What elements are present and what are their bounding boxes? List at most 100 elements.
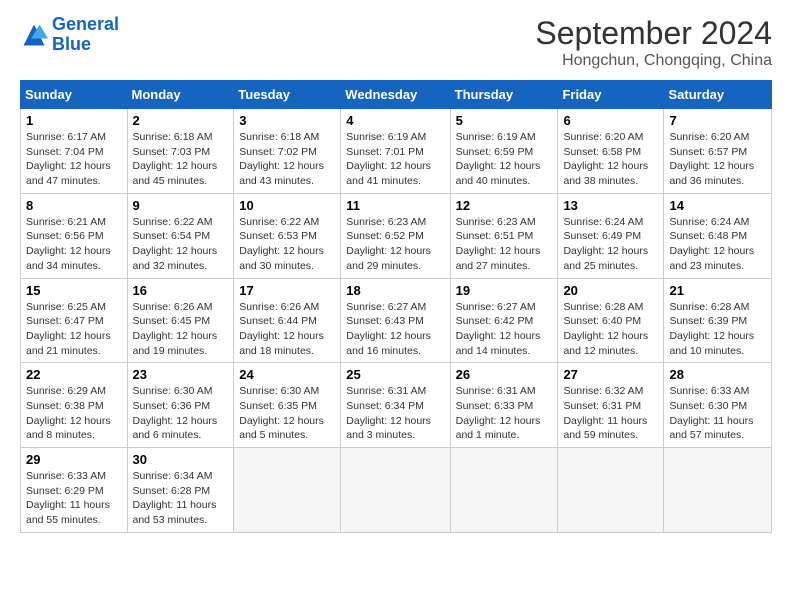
- calendar-cell: 3 Sunrise: 6:18 AM Sunset: 7:02 PM Daylig…: [234, 109, 341, 194]
- day-number: 21: [669, 283, 766, 298]
- day-details: Sunrise: 6:34 AM Sunset: 6:28 PM Dayligh…: [133, 469, 229, 528]
- day-details: Sunrise: 6:32 AM Sunset: 6:31 PM Dayligh…: [563, 384, 658, 443]
- day-details: Sunrise: 6:33 AM Sunset: 6:29 PM Dayligh…: [26, 469, 122, 528]
- calendar-cell: 15Sunrise: 6:25 AM Sunset: 6:47 PM Dayli…: [21, 278, 128, 363]
- day-number: 5: [456, 113, 553, 128]
- day-number: 22: [26, 367, 122, 382]
- calendar-cell: 25 Sunrise: 6:31 AM Sunset: 6:34 PM Dayli…: [341, 363, 450, 448]
- day-details: Sunrise: 6:27 AM Sunset: 6:43 PM Dayligh…: [346, 300, 444, 359]
- header: General Blue September 2024 Hongchun, Ch…: [20, 15, 772, 70]
- calendar-cell: 12Sunrise: 6:23 AM Sunset: 6:51 PM Dayli…: [450, 193, 558, 278]
- calendar-cell: 7 Sunrise: 6:20 AM Sunset: 6:57 PM Daylig…: [664, 109, 772, 194]
- day-header-wednesday: Wednesday: [341, 81, 450, 109]
- page: General Blue September 2024 Hongchun, Ch…: [0, 0, 792, 612]
- calendar-cell: 5 Sunrise: 6:19 AM Sunset: 6:59 PM Daylig…: [450, 109, 558, 194]
- day-number: 2: [133, 113, 229, 128]
- calendar-cell: [558, 448, 664, 533]
- day-details: Sunrise: 6:20 AM Sunset: 6:57 PM Dayligh…: [669, 130, 766, 189]
- calendar-cell: 19 Sunrise: 6:27 AM Sunset: 6:42 PM Dayli…: [450, 278, 558, 363]
- calendar: SundayMondayTuesdayWednesdayThursdayFrid…: [20, 80, 772, 533]
- calendar-cell: 22 Sunrise: 6:29 AM Sunset: 6:38 PM Dayli…: [21, 363, 128, 448]
- calendar-cell: 6 Sunrise: 6:20 AM Sunset: 6:58 PM Daylig…: [558, 109, 664, 194]
- title-section: September 2024 Hongchun, Chongqing, Chin…: [535, 15, 772, 70]
- day-number: 15: [26, 283, 122, 298]
- day-number: 18: [346, 283, 444, 298]
- day-details: Sunrise: 6:18 AM Sunset: 7:02 PM Dayligh…: [239, 130, 335, 189]
- day-number: 6: [563, 113, 658, 128]
- day-details: Sunrise: 6:21 AM Sunset: 6:56 PM Dayligh…: [26, 215, 122, 274]
- day-details: Sunrise: 6:26 AM Sunset: 6:44 PM Dayligh…: [239, 300, 335, 359]
- calendar-cell: 10 Sunrise: 6:22 AM Sunset: 6:53 PM Dayli…: [234, 193, 341, 278]
- day-number: 30: [133, 452, 229, 467]
- calendar-cell: 2 Sunrise: 6:18 AM Sunset: 7:03 PM Daylig…: [127, 109, 234, 194]
- day-details: Sunrise: 6:17 AM Sunset: 7:04 PM Dayligh…: [26, 130, 122, 189]
- day-details: Sunrise: 6:27 AM Sunset: 6:42 PM Dayligh…: [456, 300, 553, 359]
- day-header-thursday: Thursday: [450, 81, 558, 109]
- calendar-cell: 13 Sunrise: 6:24 AM Sunset: 6:49 PM Dayli…: [558, 193, 664, 278]
- calendar-cell: 9Sunrise: 6:22 AM Sunset: 6:54 PM Daylig…: [127, 193, 234, 278]
- logo: General Blue: [20, 15, 119, 55]
- calendar-cell: 30 Sunrise: 6:34 AM Sunset: 6:28 PM Dayli…: [127, 448, 234, 533]
- logo-icon: [20, 21, 48, 49]
- logo-text: General Blue: [52, 15, 119, 55]
- day-header-sunday: Sunday: [21, 81, 128, 109]
- day-details: Sunrise: 6:31 AM Sunset: 6:33 PM Dayligh…: [456, 384, 553, 443]
- day-number: 10: [239, 198, 335, 213]
- calendar-cell: 1 Sunrise: 6:17 AM Sunset: 7:04 PM Daylig…: [21, 109, 128, 194]
- day-details: Sunrise: 6:18 AM Sunset: 7:03 PM Dayligh…: [133, 130, 229, 189]
- day-number: 7: [669, 113, 766, 128]
- calendar-cell: 26 Sunrise: 6:31 AM Sunset: 6:33 PM Dayli…: [450, 363, 558, 448]
- day-details: Sunrise: 6:22 AM Sunset: 6:54 PM Dayligh…: [133, 215, 229, 274]
- day-details: Sunrise: 6:22 AM Sunset: 6:53 PM Dayligh…: [239, 215, 335, 274]
- day-details: Sunrise: 6:29 AM Sunset: 6:38 PM Dayligh…: [26, 384, 122, 443]
- day-number: 29: [26, 452, 122, 467]
- day-details: Sunrise: 6:31 AM Sunset: 6:34 PM Dayligh…: [346, 384, 444, 443]
- calendar-cell: 28 Sunrise: 6:33 AM Sunset: 6:30 PM Dayli…: [664, 363, 772, 448]
- day-details: Sunrise: 6:33 AM Sunset: 6:30 PM Dayligh…: [669, 384, 766, 443]
- calendar-cell: 16Sunrise: 6:26 AM Sunset: 6:45 PM Dayli…: [127, 278, 234, 363]
- day-number: 1: [26, 113, 122, 128]
- calendar-cell: 4 Sunrise: 6:19 AM Sunset: 7:01 PM Daylig…: [341, 109, 450, 194]
- calendar-cell: [341, 448, 450, 533]
- day-number: 17: [239, 283, 335, 298]
- day-number: 23: [133, 367, 229, 382]
- day-details: Sunrise: 6:19 AM Sunset: 7:01 PM Dayligh…: [346, 130, 444, 189]
- day-details: Sunrise: 6:28 AM Sunset: 6:40 PM Dayligh…: [563, 300, 658, 359]
- calendar-cell: 23 Sunrise: 6:30 AM Sunset: 6:36 PM Dayli…: [127, 363, 234, 448]
- main-title: September 2024: [535, 15, 772, 52]
- calendar-cell: 11 Sunrise: 6:23 AM Sunset: 6:52 PM Dayli…: [341, 193, 450, 278]
- calendar-cell: [234, 448, 341, 533]
- calendar-cell: [450, 448, 558, 533]
- day-details: Sunrise: 6:30 AM Sunset: 6:35 PM Dayligh…: [239, 384, 335, 443]
- day-number: 16: [133, 283, 229, 298]
- day-details: Sunrise: 6:24 AM Sunset: 6:49 PM Dayligh…: [563, 215, 658, 274]
- day-number: 14: [669, 198, 766, 213]
- day-number: 4: [346, 113, 444, 128]
- calendar-cell: 20 Sunrise: 6:28 AM Sunset: 6:40 PM Dayli…: [558, 278, 664, 363]
- day-header-friday: Friday: [558, 81, 664, 109]
- day-number: 19: [456, 283, 553, 298]
- day-number: 24: [239, 367, 335, 382]
- calendar-cell: 29 Sunrise: 6:33 AM Sunset: 6:29 PM Dayli…: [21, 448, 128, 533]
- day-number: 26: [456, 367, 553, 382]
- day-number: 11: [346, 198, 444, 213]
- calendar-cell: [664, 448, 772, 533]
- day-details: Sunrise: 6:30 AM Sunset: 6:36 PM Dayligh…: [133, 384, 229, 443]
- day-header-tuesday: Tuesday: [234, 81, 341, 109]
- day-number: 20: [563, 283, 658, 298]
- day-details: Sunrise: 6:20 AM Sunset: 6:58 PM Dayligh…: [563, 130, 658, 189]
- calendar-cell: 27 Sunrise: 6:32 AM Sunset: 6:31 PM Dayli…: [558, 363, 664, 448]
- day-details: Sunrise: 6:23 AM Sunset: 6:51 PM Dayligh…: [456, 215, 553, 274]
- day-number: 13: [563, 198, 658, 213]
- day-number: 25: [346, 367, 444, 382]
- day-details: Sunrise: 6:19 AM Sunset: 6:59 PM Dayligh…: [456, 130, 553, 189]
- day-details: Sunrise: 6:24 AM Sunset: 6:48 PM Dayligh…: [669, 215, 766, 274]
- calendar-cell: 21Sunrise: 6:28 AM Sunset: 6:39 PM Dayli…: [664, 278, 772, 363]
- calendar-cell: 14 Sunrise: 6:24 AM Sunset: 6:48 PM Dayli…: [664, 193, 772, 278]
- calendar-cell: 8Sunrise: 6:21 AM Sunset: 6:56 PM Daylig…: [21, 193, 128, 278]
- day-number: 3: [239, 113, 335, 128]
- day-header-monday: Monday: [127, 81, 234, 109]
- day-number: 28: [669, 367, 766, 382]
- day-number: 27: [563, 367, 658, 382]
- day-details: Sunrise: 6:23 AM Sunset: 6:52 PM Dayligh…: [346, 215, 444, 274]
